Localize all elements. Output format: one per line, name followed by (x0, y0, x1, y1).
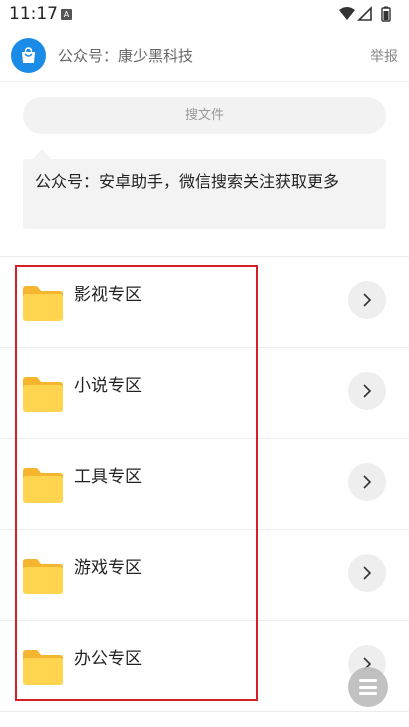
app-header: 公众号：康少黑科技 举报 (0, 30, 409, 82)
chevron-right-icon (363, 475, 372, 489)
folder-icon (23, 377, 63, 412)
status-icons (339, 6, 391, 22)
folder-item-novels[interactable]: 小说专区 (0, 348, 409, 439)
status-time: 11:17 (9, 4, 58, 24)
notice-bubble: 公众号：安卓助手，微信搜索关注获取更多 (23, 159, 386, 229)
folder-icon (23, 650, 63, 685)
notice-text: 公众号：安卓助手，微信搜索关注获取更多 (35, 172, 340, 191)
folder-item-games[interactable]: 游戏专区 (0, 530, 409, 621)
chevron-right-icon (363, 566, 372, 580)
shopping-bag-icon (11, 38, 46, 73)
signal-icon (357, 6, 372, 21)
menu-icon (359, 692, 377, 695)
search-input[interactable]: 搜文件 (23, 97, 386, 134)
open-folder-button[interactable] (348, 554, 386, 592)
notification-badge-icon: A (61, 9, 72, 20)
open-folder-button[interactable] (348, 281, 386, 319)
account-title: 公众号：康少黑科技 (58, 47, 194, 65)
notice-bubble-tail (33, 149, 51, 159)
folder-label: 影视专区 (74, 285, 142, 305)
folder-item-tools[interactable]: 工具专区 (0, 439, 409, 530)
chevron-right-icon (363, 384, 372, 398)
menu-icon (359, 679, 377, 682)
folder-label: 办公专区 (74, 649, 142, 669)
open-folder-button[interactable] (348, 463, 386, 501)
status-bar: 11:17 A (0, 0, 409, 30)
folder-label: 小说专区 (74, 376, 142, 396)
open-folder-button[interactable] (348, 372, 386, 410)
folder-label: 游戏专区 (74, 558, 142, 578)
menu-icon (359, 685, 377, 689)
report-button[interactable]: 举报 (370, 46, 398, 66)
folder-label: 工具专区 (74, 467, 142, 487)
floating-menu-button[interactable] (348, 667, 388, 707)
folder-icon (23, 468, 63, 503)
battery-icon (381, 6, 391, 22)
folder-item-movies[interactable]: 影视专区 (0, 257, 409, 348)
folder-item-office[interactable]: 办公专区 (0, 621, 409, 712)
chevron-right-icon (363, 293, 372, 307)
wifi-icon (339, 7, 355, 20)
folder-icon (23, 559, 63, 594)
folder-icon (23, 286, 63, 321)
